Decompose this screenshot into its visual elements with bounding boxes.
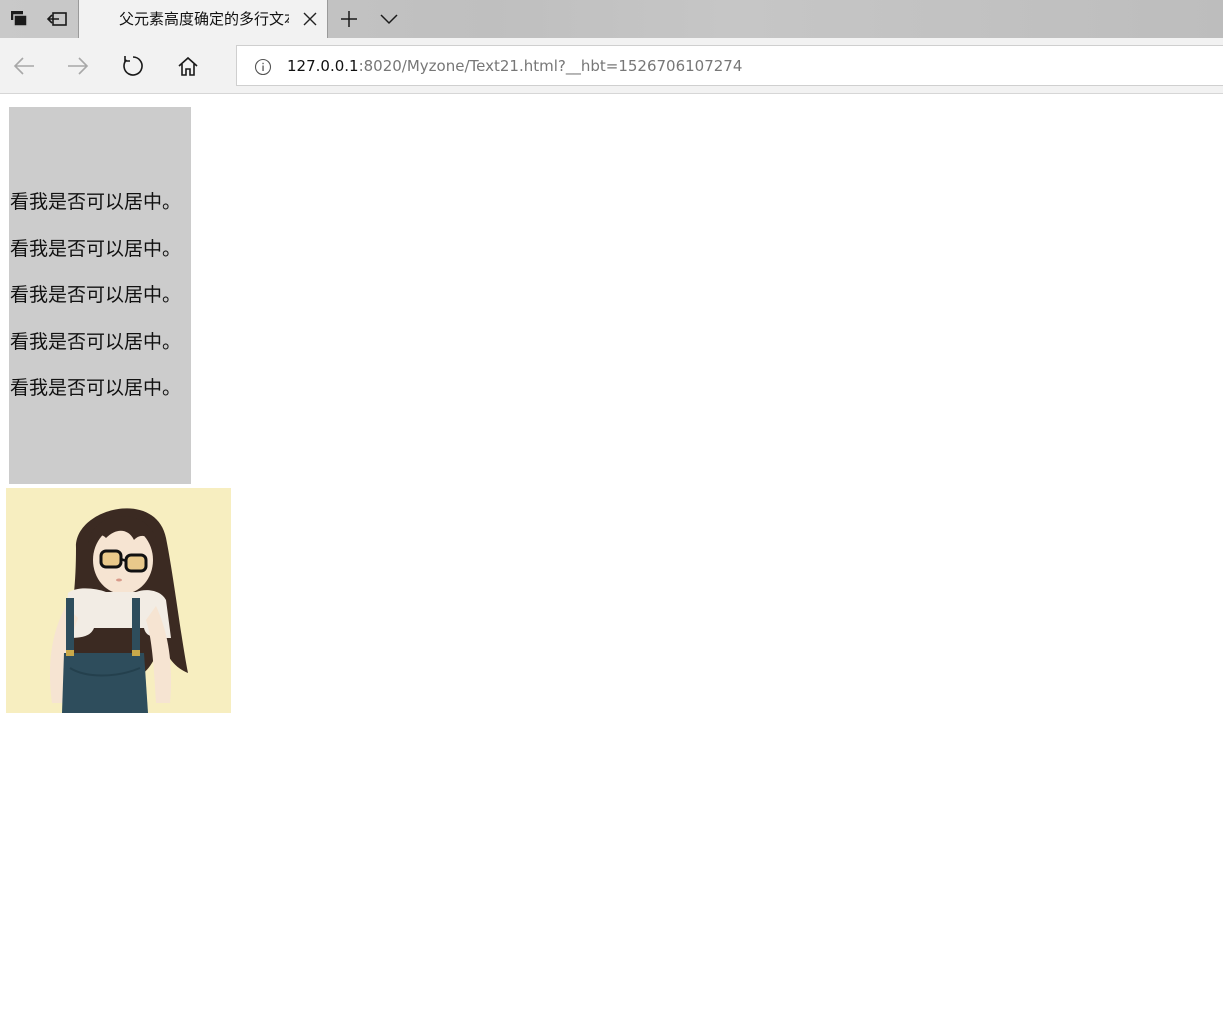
girl-illustration-image <box>6 488 231 713</box>
set-aside-tabs-icon[interactable] <box>38 0 76 38</box>
tab-manager-icon[interactable] <box>0 0 38 38</box>
close-icon[interactable] <box>299 8 321 30</box>
back-arrow-icon[interactable] <box>6 48 42 84</box>
refresh-icon[interactable] <box>115 48 151 84</box>
new-tab-icon[interactable] <box>330 0 368 38</box>
text-line: 看我是否可以居中。 <box>10 191 182 213</box>
active-tab[interactable]: 父元素高度确定的多行文本垂直居中 <box>78 0 328 38</box>
tab-title: 父元素高度确定的多行文本垂直居中 <box>119 10 289 28</box>
page-content: 看我是否可以居中。 看我是否可以居中。 看我是否可以居中。 看我是否可以居中。 … <box>0 95 1223 1036</box>
url-host: 127.0.0.1 <box>287 57 359 75</box>
home-icon[interactable] <box>170 48 206 84</box>
navigation-bar: 127.0.0.1:8020/Myzone/Text21.html?__hbt=… <box>0 38 1223 94</box>
text-line: 看我是否可以居中。 <box>10 377 182 399</box>
text-line: 看我是否可以居中。 <box>10 284 182 306</box>
text-line: 看我是否可以居中。 <box>10 238 182 260</box>
text-line: 看我是否可以居中。 <box>10 331 182 353</box>
tab-strip: 父元素高度确定的多行文本垂直居中 <box>0 0 1223 38</box>
address-bar[interactable]: 127.0.0.1:8020/Myzone/Text21.html?__hbt=… <box>236 45 1223 86</box>
url-text[interactable]: 127.0.0.1:8020/Myzone/Text21.html?__hbt=… <box>287 56 742 76</box>
vertical-center-container: 看我是否可以居中。 看我是否可以居中。 看我是否可以居中。 看我是否可以居中。 … <box>9 107 191 484</box>
url-path: :8020/Myzone/Text21.html?__hbt=152670610… <box>358 57 743 75</box>
info-icon[interactable] <box>254 58 272 76</box>
forward-arrow-icon[interactable] <box>60 48 96 84</box>
tab-preview-chevron-icon[interactable] <box>370 0 408 38</box>
